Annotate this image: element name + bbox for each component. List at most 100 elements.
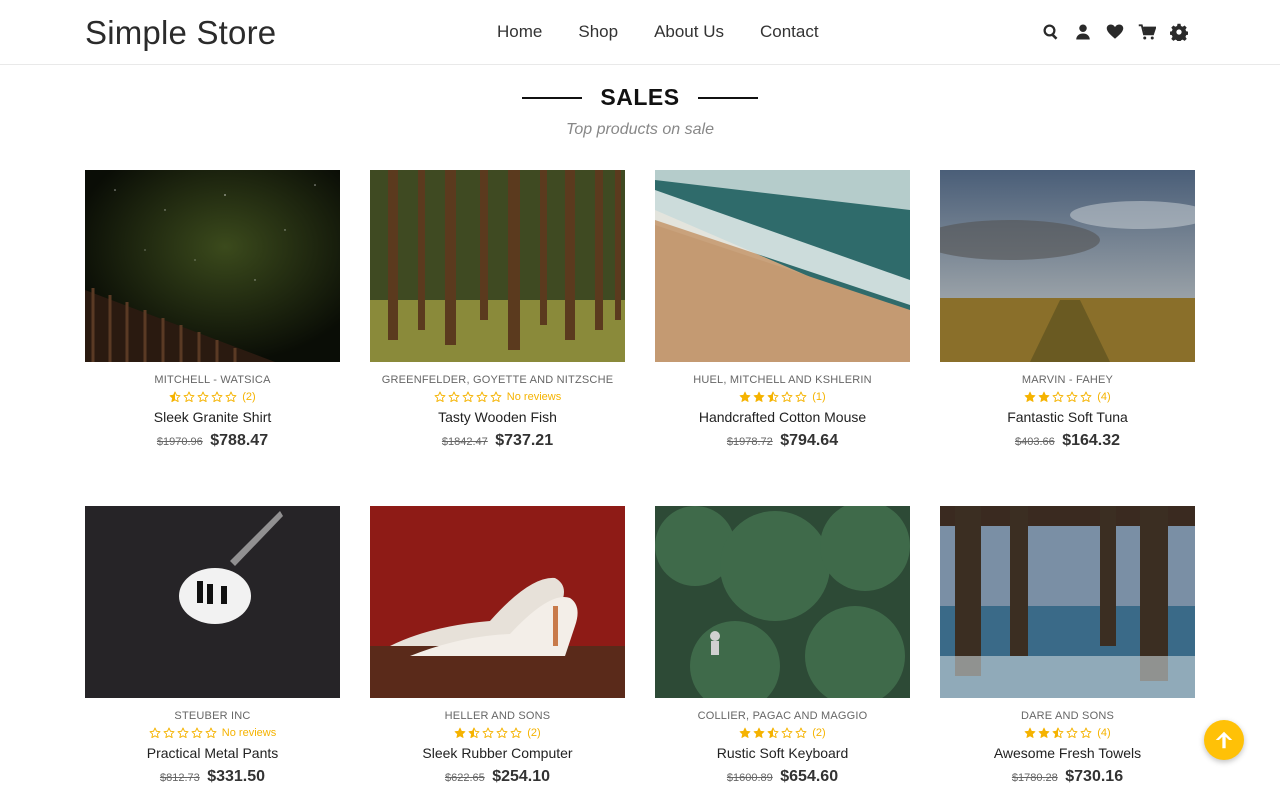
section-subtitle: Top products on sale	[566, 121, 714, 138]
old-price: $1970.96	[156, 436, 203, 448]
star-icon	[1066, 727, 1078, 739]
product-image[interactable]	[85, 506, 340, 698]
star-icon	[795, 391, 807, 403]
star-icon	[767, 727, 779, 739]
product-rating: No reviews	[85, 727, 340, 739]
star-icon	[205, 727, 217, 739]
product-card[interactable]: MITCHELL - WATSICA (2) Sleek Granite Shi…	[85, 170, 340, 450]
product-brand[interactable]: DARE AND SONS	[940, 710, 1195, 722]
rating-count: (4)	[1097, 391, 1111, 403]
product-image[interactable]	[85, 170, 340, 362]
star-icon	[739, 727, 751, 739]
star-icon	[211, 391, 223, 403]
star-icon	[434, 391, 446, 403]
sale-price: $254.10	[492, 768, 551, 785]
product-rating: (2)	[655, 727, 910, 739]
rating-count: No reviews	[506, 391, 562, 403]
product-brand[interactable]: GREENFELDER, GOYETTE AND NITZSCHE	[370, 374, 625, 386]
title-divider-left	[521, 96, 582, 99]
heart-icon[interactable]	[1106, 23, 1124, 41]
product-image[interactable]	[940, 506, 1195, 698]
star-icon	[767, 391, 779, 403]
site-logo[interactable]: Simple Store	[85, 14, 276, 52]
nav-home[interactable]: Home	[497, 22, 542, 42]
star-icon	[1080, 391, 1092, 403]
product-image[interactable]	[370, 506, 625, 698]
product-name[interactable]: Fantastic Soft Tuna	[940, 409, 1195, 425]
star-icon	[496, 727, 508, 739]
old-price: $1780.28	[1011, 772, 1058, 784]
old-price: $812.73	[159, 772, 200, 784]
star-icon	[1052, 727, 1064, 739]
star-icon	[1024, 391, 1036, 403]
product-price: $1780.28 $730.16	[940, 768, 1195, 786]
star-icon	[510, 727, 522, 739]
gear-icon[interactable]	[1169, 23, 1189, 43]
old-price: $1842.47	[441, 436, 488, 448]
product-brand[interactable]: STEUBER INC	[85, 710, 340, 722]
star-icon	[468, 727, 480, 739]
nav-shop[interactable]: Shop	[578, 22, 618, 42]
product-price: $1600.89 $654.60	[655, 768, 910, 786]
sale-price: $794.64	[780, 432, 839, 449]
sale-price: $737.21	[495, 432, 554, 449]
product-name[interactable]: Handcrafted Cotton Mouse	[655, 409, 910, 425]
back-to-top-button[interactable]	[1204, 720, 1244, 760]
star-icon	[163, 727, 175, 739]
star-icon	[462, 391, 474, 403]
star-icon	[482, 727, 494, 739]
old-price: $622.65	[444, 772, 485, 784]
old-price: $403.66	[1014, 436, 1055, 448]
product-rating: (2)	[85, 391, 340, 403]
star-icon	[225, 391, 237, 403]
star-icon	[1052, 391, 1064, 403]
star-icon	[1080, 727, 1092, 739]
product-card[interactable]: MARVIN - FAHEY (4) Fantastic Soft Tuna $…	[940, 170, 1195, 450]
product-name[interactable]: Sleek Rubber Computer	[370, 745, 625, 761]
nav-contact[interactable]: Contact	[760, 22, 819, 42]
product-brand[interactable]: MARVIN - FAHEY	[940, 374, 1195, 386]
product-name[interactable]: Awesome Fresh Towels	[940, 745, 1195, 761]
star-icon	[490, 391, 502, 403]
star-icon	[454, 727, 466, 739]
product-brand[interactable]: HUEL, MITCHELL AND KSHLERIN	[655, 374, 910, 386]
product-image[interactable]	[655, 170, 910, 362]
star-icon	[739, 391, 751, 403]
product-card[interactable]: HELLER AND SONS (2) Sleek Rubber Compute…	[370, 506, 625, 786]
title-divider-right	[698, 96, 759, 99]
product-image[interactable]	[370, 170, 625, 362]
product-name[interactable]: Practical Metal Pants	[85, 745, 340, 761]
product-image[interactable]	[940, 170, 1195, 362]
nav-about-us[interactable]: About Us	[654, 22, 724, 42]
rating-count: (4)	[1097, 727, 1111, 739]
product-card[interactable]: DARE AND SONS (4) Awesome Fresh Towels $…	[940, 506, 1195, 786]
star-icon	[197, 391, 209, 403]
star-icon	[795, 727, 807, 739]
star-icon	[1038, 727, 1050, 739]
star-icon	[448, 391, 460, 403]
star-icon	[753, 727, 765, 739]
sale-price: $730.16	[1065, 768, 1124, 785]
product-brand[interactable]: COLLIER, PAGAC AND MAGGIO	[655, 710, 910, 722]
product-name[interactable]: Sleek Granite Shirt	[85, 409, 340, 425]
star-icon	[177, 727, 189, 739]
sale-price: $331.50	[207, 768, 266, 785]
star-icon	[1066, 391, 1078, 403]
product-card[interactable]: STEUBER INC No reviews Practical Metal P…	[85, 506, 340, 786]
product-rating: (1)	[655, 391, 910, 403]
user-icon[interactable]	[1074, 23, 1092, 41]
product-brand[interactable]: HELLER AND SONS	[370, 710, 625, 722]
product-image[interactable]	[655, 506, 910, 698]
cart-icon[interactable]	[1138, 23, 1157, 41]
product-brand[interactable]: MITCHELL - WATSICA	[85, 374, 340, 386]
rating-count: No reviews	[221, 727, 277, 739]
product-card[interactable]: HUEL, MITCHELL AND KSHLERIN (1) Handcraf…	[655, 170, 910, 450]
product-name[interactable]: Rustic Soft Keyboard	[655, 745, 910, 761]
rating-count: (1)	[812, 391, 826, 403]
star-icon	[1038, 391, 1050, 403]
section-heading: SALES	[0, 84, 1280, 111]
product-name[interactable]: Tasty Wooden Fish	[370, 409, 625, 425]
product-card[interactable]: COLLIER, PAGAC AND MAGGIO (2) Rustic Sof…	[655, 506, 910, 786]
product-card[interactable]: GREENFELDER, GOYETTE AND NITZSCHE No rev…	[370, 170, 625, 450]
search-icon[interactable]	[1042, 23, 1060, 41]
